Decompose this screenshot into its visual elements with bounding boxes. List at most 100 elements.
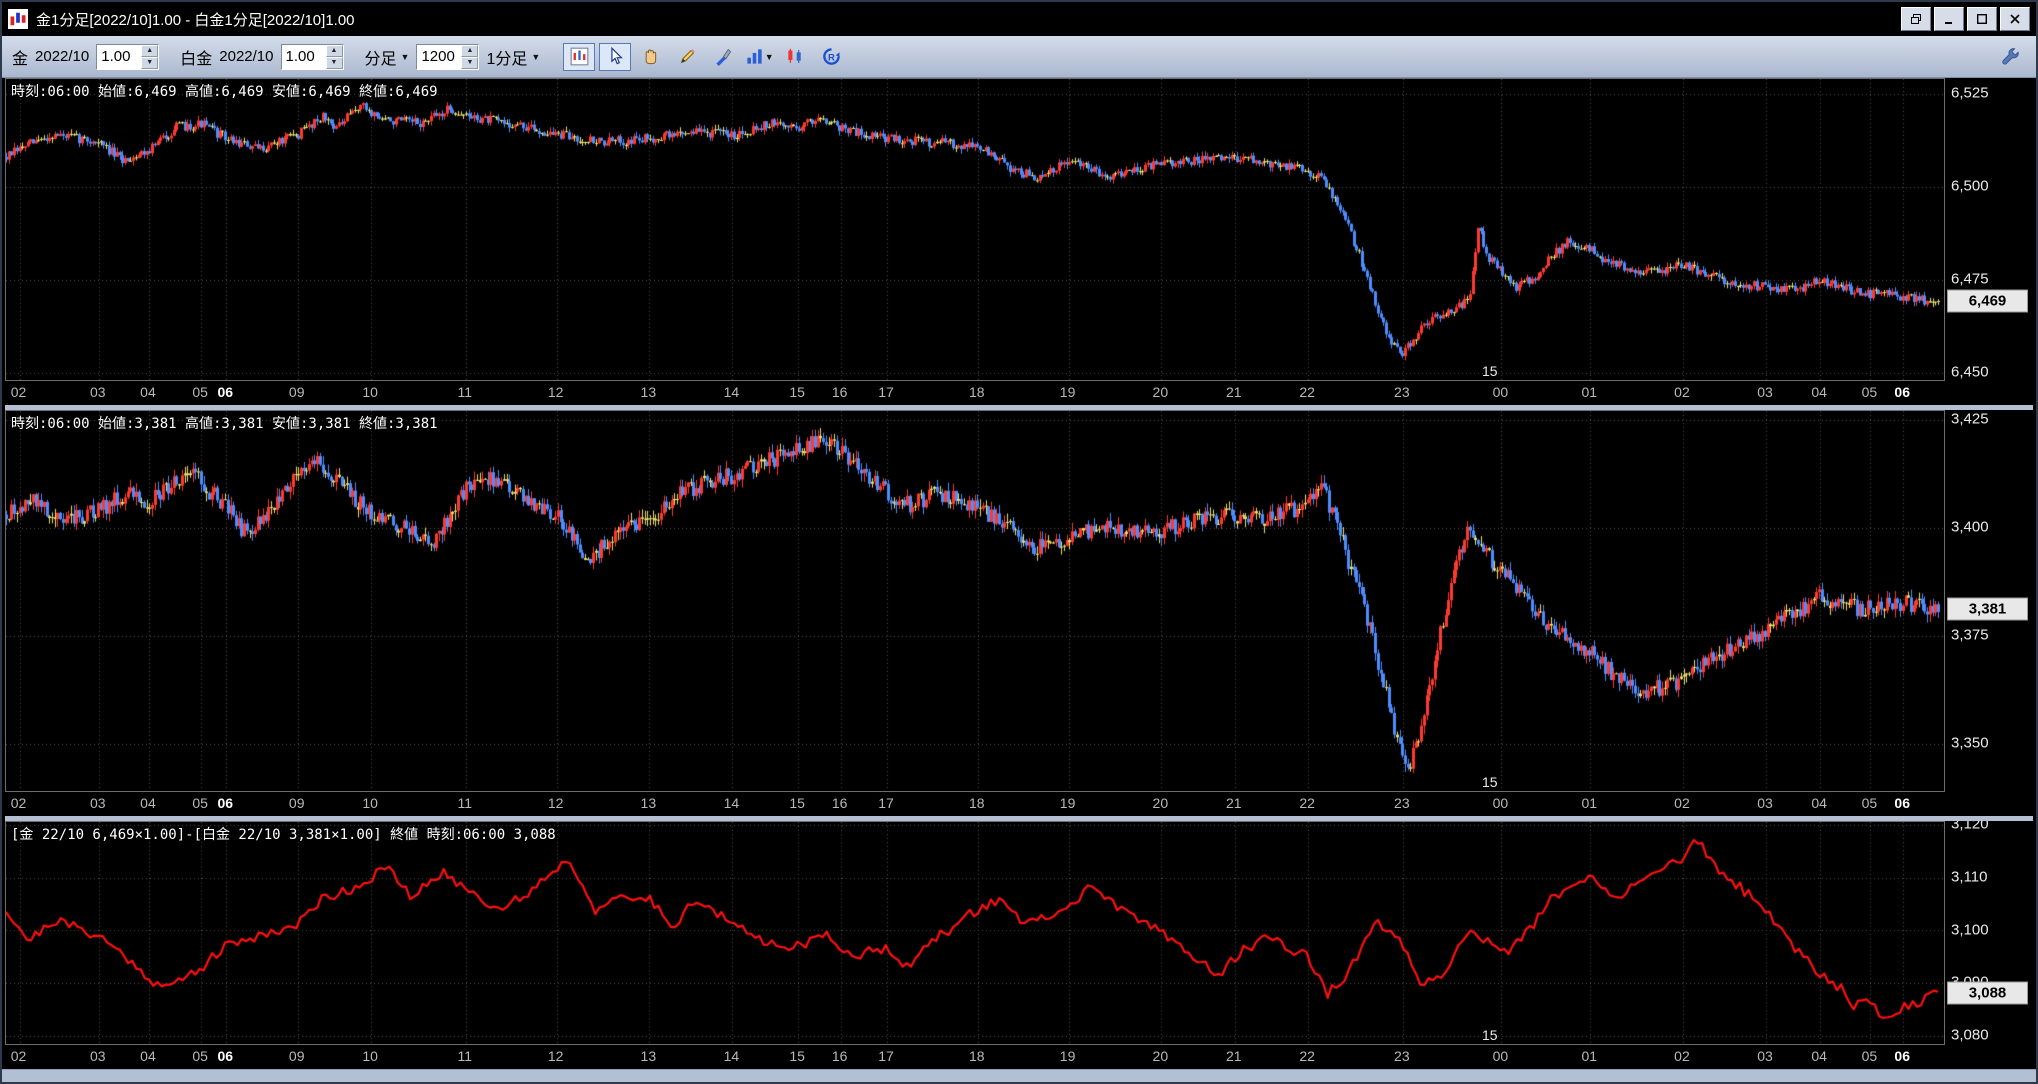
y-axis-label: 3,425 — [1951, 410, 1989, 428]
x-axis-label: 02 — [10, 1048, 27, 1064]
y-axis-label: 3,110 — [1951, 868, 1988, 886]
timeframe-label: 1分足 — [486, 50, 528, 68]
candlestick-chart-icon — [570, 47, 589, 66]
bar-count-spinner[interactable]: 1200 ▲ ▼ — [416, 43, 480, 70]
hand-pan-button[interactable] — [635, 43, 667, 71]
x-axis-label: 05 — [192, 1048, 208, 1064]
spin-down-button[interactable]: ▼ — [461, 56, 479, 69]
x-axis-label: 06 — [217, 795, 234, 812]
spread-y-axis: 3,1203,1103,1003,0903,0803,088 — [1945, 821, 2033, 1069]
indicator-bars-button[interactable]: ▼ — [743, 43, 775, 71]
pen-annotate-button[interactable] — [707, 43, 739, 71]
spread-chart-canvas[interactable] — [6, 822, 1944, 1045]
spin-up-button[interactable]: ▲ — [141, 44, 159, 57]
x-axis-label: 02 — [1674, 384, 1690, 400]
x-axis-label: 09 — [288, 384, 305, 400]
gold-x-axis: 02 03 04 05 06 09 10 11 12 13 14 15 16 17 18 19 20 21 22 23… — [5, 381, 1945, 405]
platinum-multiplier-spinner[interactable]: 1.00 ▲ ▼ — [280, 43, 344, 70]
x-axis-label: 11 — [457, 795, 473, 812]
chart-area: 時刻:06:00 始値:6,469 高値:6,469 安値:6,469 終値:6… — [2, 78, 2036, 1069]
x-axis-label: 04 — [140, 795, 156, 812]
x-axis-label: 00 — [1492, 795, 1509, 812]
compare-chart-button[interactable] — [779, 43, 811, 71]
x-axis-label: 18 — [968, 1048, 985, 1064]
platinum-label: 白金 — [180, 50, 213, 68]
x-axis-label: 23 — [1394, 795, 1410, 812]
x-axis-label: 02 — [10, 795, 27, 812]
tool-buttons: ▼ R — [563, 42, 847, 71]
float-window-button[interactable] — [1901, 7, 1931, 31]
x-axis-label: 23 — [1394, 384, 1410, 400]
app-window: 金1分足[2022/10]1.00 - 白金1分足[2022/10]1.00 金… — [0, 0, 2038, 1084]
x-axis-label: 20 — [1152, 384, 1169, 400]
maximize-button[interactable] — [1967, 7, 1997, 31]
platinum-chart-canvas[interactable] — [6, 411, 1944, 791]
window-controls — [1901, 7, 2030, 31]
spin-down-button[interactable]: ▼ — [325, 56, 343, 69]
reload-data-button[interactable]: R — [815, 43, 847, 71]
toolbar: 金 2022/10 1.00 ▲ ▼ 白金 2022/10 1.00 ▲ ▼ 分足 … — [2, 36, 2036, 78]
x-axis-label: 15 — [789, 384, 805, 400]
chevron-down-icon: ▼ — [531, 51, 541, 62]
x-axis-label: 03 — [89, 384, 106, 400]
gold-plot-area: 時刻:06:00 始値:6,469 高値:6,469 安値:6,469 終値:6… — [5, 78, 1945, 381]
day-label: 15 — [1481, 1027, 1498, 1043]
gold-y-axis: 6,525 6,500 6,475 6,450 6,469 — [1945, 78, 2033, 405]
minimize-button[interactable] — [1934, 7, 1964, 31]
bar-count-value[interactable]: 1200 — [417, 44, 462, 69]
x-axis-label: 06 — [217, 1048, 234, 1064]
x-axis-label: 21 — [1225, 384, 1242, 400]
spread-chart-panel: [金 22/10 6,469×1.00]-[白金 22/10 3,381×1.0… — [5, 821, 2033, 1069]
spread-readout: [金 22/10 6,469×1.00]-[白金 22/10 3,381×1.0… — [11, 827, 556, 844]
x-axis-label: 11 — [457, 384, 473, 400]
x-axis-label: 19 — [1059, 384, 1076, 400]
close-button[interactable] — [2000, 7, 2030, 31]
spin-up-button[interactable]: ▲ — [325, 44, 343, 57]
x-axis-label: 19 — [1059, 1048, 1076, 1064]
timeframe-dropdown[interactable]: 1分足 ▼ — [486, 45, 540, 69]
x-axis-label: 00 — [1492, 384, 1509, 400]
spinner-arrows: ▲ ▼ — [141, 44, 159, 69]
y-axis-label: 3,120 — [1951, 821, 1989, 833]
current-price-label: 6,469 — [1947, 289, 2028, 313]
interval-type-label: 分足 — [364, 50, 397, 68]
x-axis-label: 13 — [640, 795, 657, 812]
gold-chart-panel: 時刻:06:00 始値:6,469 高値:6,469 安値:6,469 終値:6… — [5, 78, 2033, 405]
platinum-multiplier-value[interactable]: 1.00 — [281, 44, 326, 69]
gold-multiplier-spinner[interactable]: 1.00 ▲ ▼ — [96, 43, 160, 70]
x-axis-label: 04 — [140, 1048, 156, 1064]
current-price-label: 3,088 — [1947, 981, 2028, 1005]
gold-chart-canvas[interactable] — [6, 79, 1944, 380]
interval-type-dropdown[interactable]: 分足 ▼ — [365, 45, 410, 69]
x-axis-label: 06 — [1894, 795, 1911, 812]
spin-down-button[interactable]: ▼ — [141, 56, 159, 69]
indicator-bars-icon — [747, 49, 762, 64]
window-title: 金1分足[2022/10]1.00 - 白金1分足[2022/10]1.00 — [36, 11, 355, 29]
x-axis-label: 06 — [1894, 384, 1911, 400]
current-price-label: 3,381 — [1947, 597, 2028, 621]
x-axis-label: 19 — [1059, 795, 1076, 812]
x-axis-label: 13 — [640, 1048, 657, 1064]
platinum-y-axis: 3,425 3,400 3,375 3,350 3,381 — [1945, 410, 2033, 817]
x-axis-label: 09 — [288, 1048, 305, 1064]
platinum-x-axis: 02 03 04 05 06 09 10 11 12 13 14 15 16 17 18 19 20 21 22 23… — [5, 792, 1945, 817]
spin-up-button[interactable]: ▲ — [461, 44, 479, 57]
y-axis-label: 6,500 — [1951, 177, 1989, 195]
x-axis-label: 14 — [723, 795, 740, 812]
settings-wrench-button[interactable] — [1994, 43, 2026, 71]
x-axis-label: 10 — [362, 1048, 378, 1064]
x-axis-label: 01 — [1581, 384, 1598, 400]
x-axis-label: 12 — [547, 1048, 564, 1064]
app-icon — [8, 9, 28, 29]
gold-month[interactable]: 2022/10 — [35, 48, 89, 65]
gold-multiplier-value[interactable]: 1.00 — [97, 44, 142, 69]
pencil-draw-button[interactable] — [671, 43, 703, 71]
x-axis-label: 05 — [1861, 1048, 1878, 1064]
candlestick-chart-button[interactable] — [563, 42, 596, 71]
cursor-select-button[interactable] — [599, 42, 632, 71]
x-axis-label: 10 — [362, 795, 378, 812]
x-axis-label: 03 — [1757, 384, 1773, 400]
x-axis-label: 17 — [878, 795, 894, 812]
platinum-month[interactable]: 2022/10 — [219, 48, 273, 65]
x-axis-label: 16 — [831, 1048, 848, 1064]
